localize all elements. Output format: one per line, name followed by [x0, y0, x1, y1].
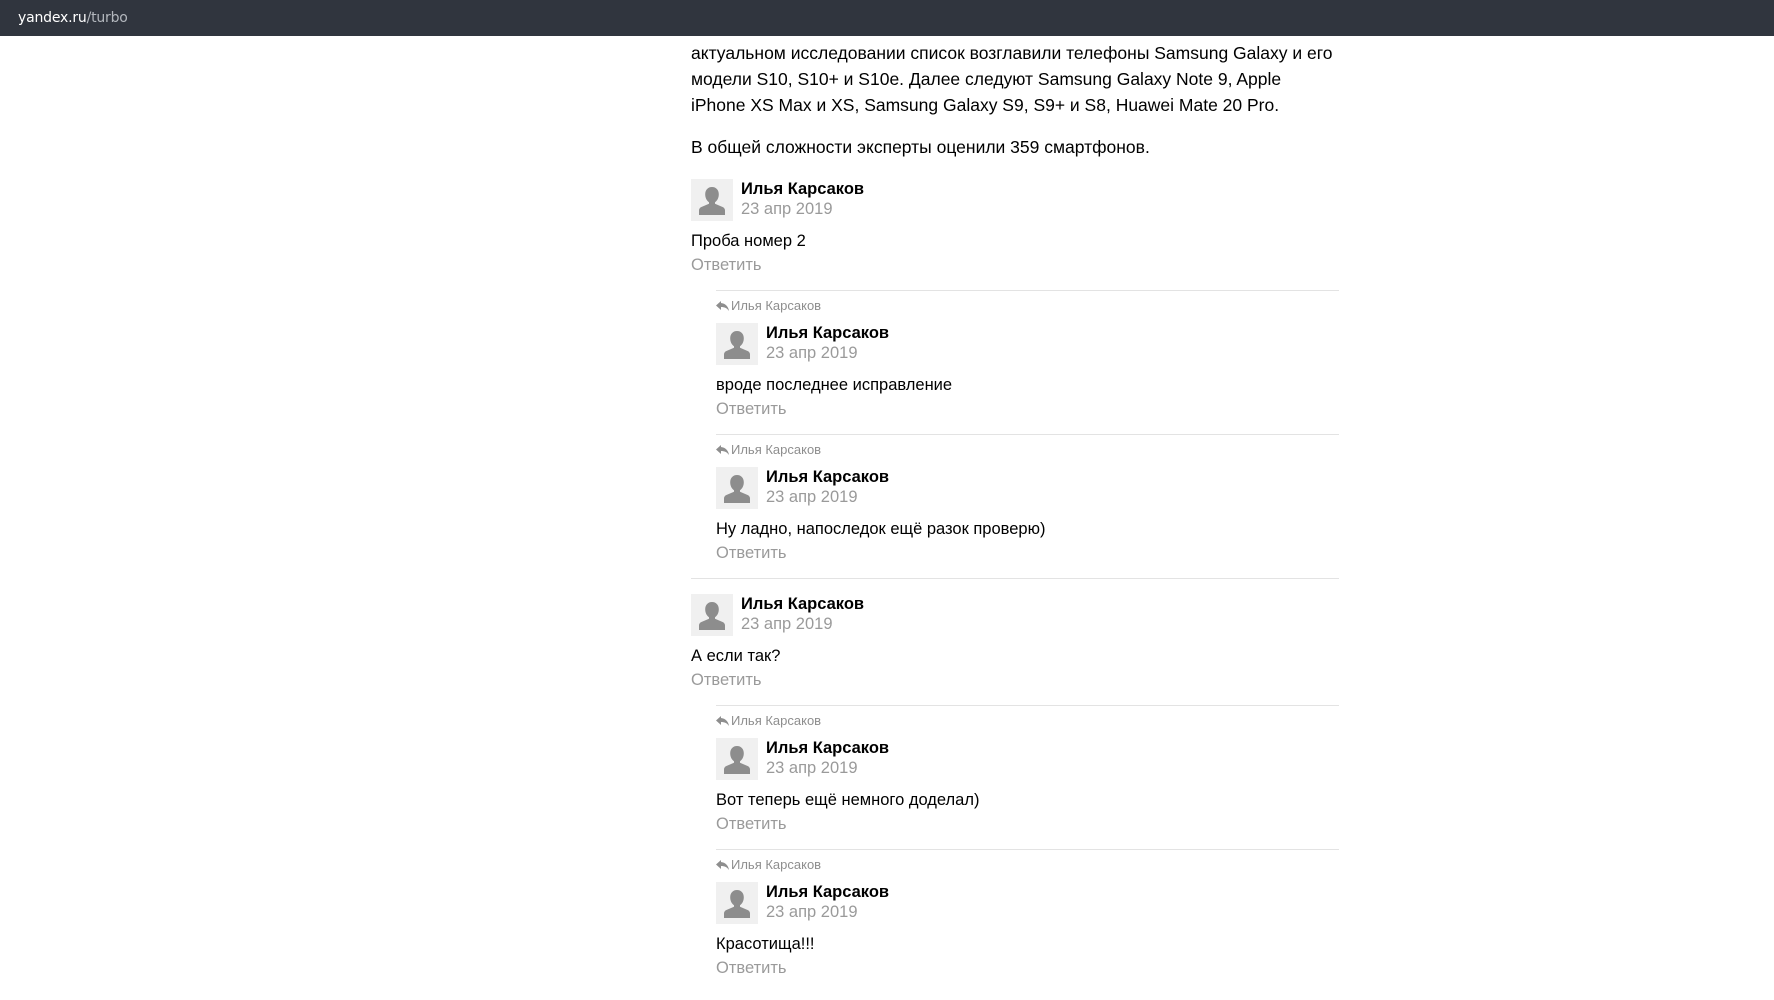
comment-author[interactable]: Илья Карсаков: [766, 323, 889, 343]
comment-date: 23 апр 2019: [741, 200, 833, 218]
reply-arrow-icon: [716, 716, 729, 726]
reply-to-name: Илья Карсаков: [731, 713, 822, 728]
reply-comment: Илья Карсаков Илья Карсаков 23 апр 2019: [716, 705, 1339, 849]
avatar: [716, 467, 758, 509]
comment-date: 23 апр 2019: [766, 344, 858, 362]
comment-date: 23 апр 2019: [741, 615, 833, 633]
replies-list: Илья Карсаков Илья Карсаков 23 апр 2019: [716, 290, 1339, 578]
reply-to-name: Илья Карсаков: [731, 442, 822, 457]
avatar: [691, 594, 733, 636]
comment-header: Илья Карсаков 23 апр 2019: [716, 882, 1339, 924]
comment-meta: Илья Карсаков 23 апр 2019: [766, 738, 889, 778]
replies-list: Илья Карсаков Илья Карсаков 23 апр 2019: [716, 705, 1339, 993]
reply-to-indicator[interactable]: Илья Карсаков: [716, 298, 1339, 314]
comment-header: Илья Карсаков 23 апр 2019: [691, 594, 1339, 636]
default-user-avatar-icon: [724, 331, 750, 359]
comment-author[interactable]: Илья Карсаков: [766, 882, 889, 902]
avatar: [691, 179, 733, 221]
comment-date: 23 апр 2019: [766, 488, 858, 506]
article-paragraph: В общей сложности эксперты оценили 359 с…: [691, 137, 1150, 157]
comment-header: Илья Карсаков 23 апр 2019: [716, 467, 1339, 509]
avatar: [716, 738, 758, 780]
comment-date: 23 апр 2019: [766, 759, 858, 777]
comment-text: А если так?: [691, 647, 781, 665]
reply-comment: Илья Карсаков Илья Карсаков 23 апр 2019: [716, 849, 1339, 993]
default-user-avatar-icon: [699, 602, 725, 630]
comment-meta: Илья Карсаков 23 апр 2019: [766, 882, 889, 922]
url-path: /turbo: [86, 10, 128, 26]
reply-button[interactable]: Ответить: [716, 812, 787, 836]
reply-button[interactable]: Ответить: [716, 397, 787, 421]
reply-to-indicator[interactable]: Илья Карсаков: [716, 857, 1339, 873]
reply-to-name: Илья Карсаков: [731, 857, 822, 872]
comment-header: Илья Карсаков 23 апр 2019: [691, 179, 1339, 221]
comment-author[interactable]: Илья Карсаков: [766, 467, 889, 487]
comments-thread: Илья Карсаков 23 апр 2019 Проба номер 2 …: [691, 179, 1339, 993]
comment-text: Вот теперь ещё немного доделал): [716, 791, 980, 809]
default-user-avatar-icon: [724, 890, 750, 918]
reply-comment: Илья Карсаков Илья Карсаков 23 апр 2019: [716, 290, 1339, 434]
reply-to-indicator[interactable]: Илья Карсаков: [716, 442, 1339, 458]
comment-author[interactable]: Илья Карсаков: [741, 179, 864, 199]
avatar: [716, 882, 758, 924]
comment: Илья Карсаков 23 апр 2019 Проба номер 2 …: [691, 179, 1339, 578]
comment-text: Проба номер 2: [691, 232, 806, 250]
default-user-avatar-icon: [724, 746, 750, 774]
reply-button[interactable]: Ответить: [716, 956, 787, 980]
comment-date: 23 апр 2019: [766, 903, 858, 921]
comment-author[interactable]: Илья Карсаков: [766, 738, 889, 758]
reply-button[interactable]: Ответить: [716, 541, 787, 565]
browser-top-bar: yandex.ru/turbo: [0, 0, 1774, 36]
comment-text: Ну ладно, напоследок ещё разок проверю): [716, 520, 1046, 538]
avatar: [716, 323, 758, 365]
reply-arrow-icon: [716, 445, 729, 455]
reply-to-name: Илья Карсаков: [731, 298, 822, 313]
article-paragraph: актуальном исследовании список возглавил…: [691, 43, 1333, 115]
reply-to-indicator[interactable]: Илья Карсаков: [716, 713, 1339, 729]
default-user-avatar-icon: [724, 475, 750, 503]
reply-button[interactable]: Ответить: [691, 253, 762, 277]
reply-button[interactable]: Ответить: [691, 668, 762, 692]
reply-arrow-icon: [716, 301, 729, 311]
comment-author[interactable]: Илья Карсаков: [741, 594, 864, 614]
reply-comment: Илья Карсаков Илья Карсаков 23 апр 2019: [716, 434, 1339, 578]
comment-header: Илья Карсаков 23 апр 2019: [716, 323, 1339, 365]
comment-meta: Илья Карсаков 23 апр 2019: [741, 594, 864, 634]
comment-meta: Илья Карсаков 23 апр 2019: [766, 467, 889, 507]
reply-arrow-icon: [716, 860, 729, 870]
comment-header: Илья Карсаков 23 апр 2019: [716, 738, 1339, 780]
comment-text: вроде последнее исправление: [716, 376, 953, 394]
comment: Илья Карсаков 23 апр 2019 А если так? От…: [691, 578, 1339, 993]
address-url[interactable]: yandex.ru/turbo: [18, 10, 128, 26]
comment-text: Красотища!!!: [716, 935, 815, 953]
comment-meta: Илья Карсаков 23 апр 2019: [741, 179, 864, 219]
article-content: актуальном исследовании список возглавил…: [691, 36, 1339, 993]
comment-meta: Илья Карсаков 23 апр 2019: [766, 323, 889, 363]
default-user-avatar-icon: [699, 187, 725, 215]
url-domain: yandex.ru: [18, 10, 87, 26]
